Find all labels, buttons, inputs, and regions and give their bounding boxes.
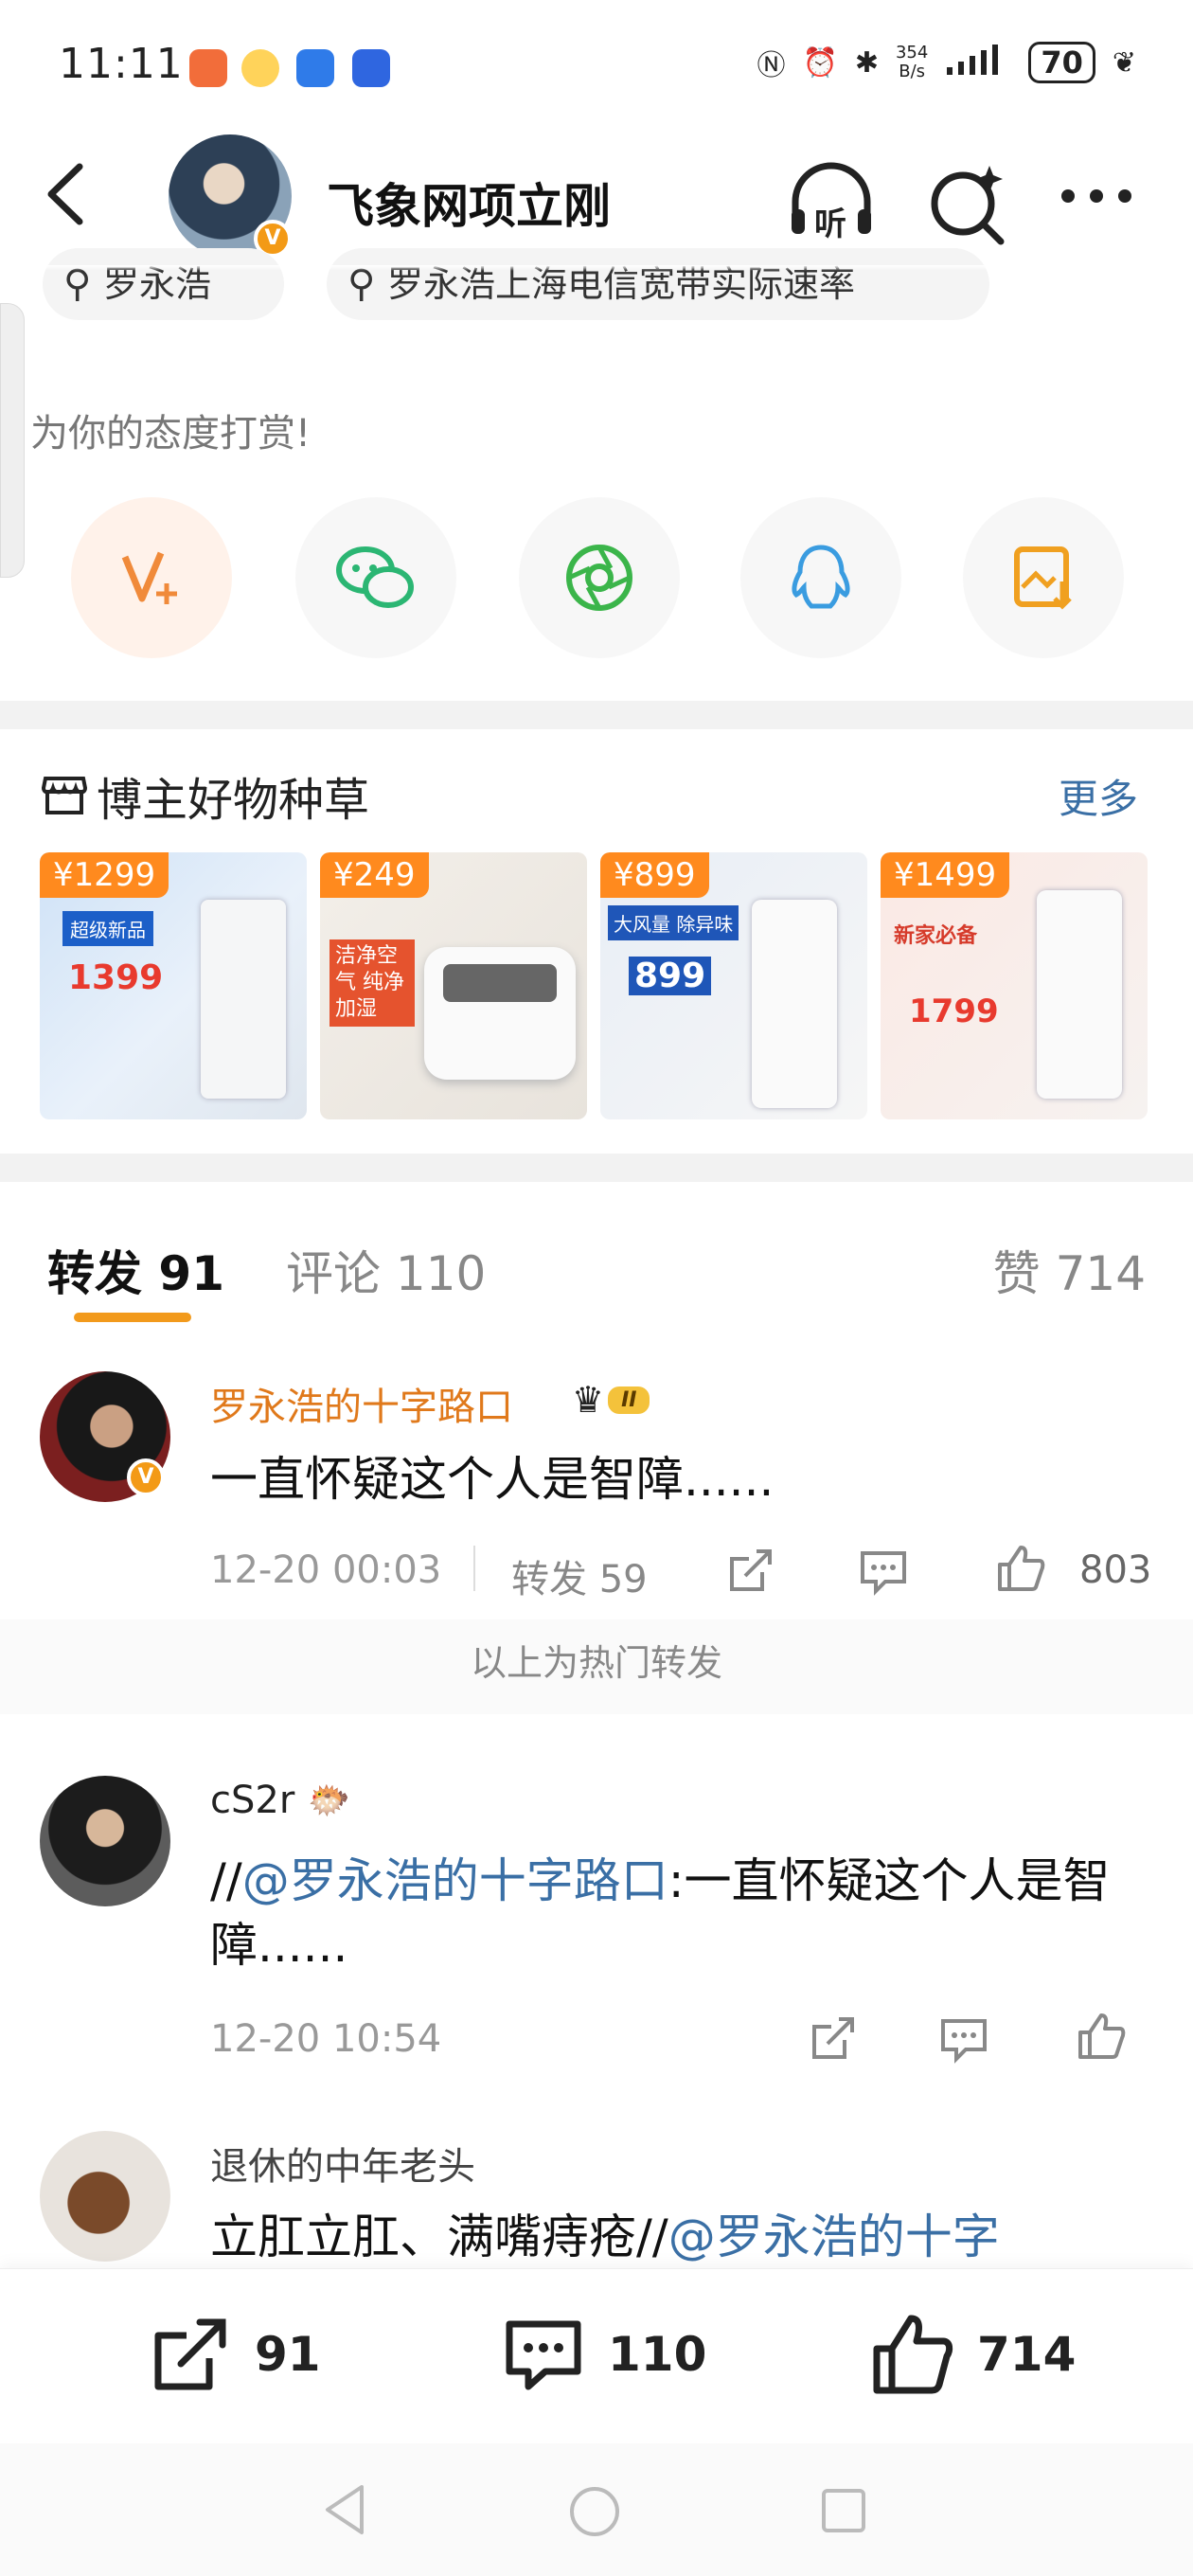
page-title[interactable]: 飞象网项立刚	[327, 169, 611, 237]
comment-icon[interactable]	[937, 2012, 990, 2065]
divider	[473, 1546, 475, 1591]
nfc-icon: Ⓝ	[757, 49, 786, 82]
goods-section-title: 博主好物种草	[97, 774, 370, 827]
share-moments-button[interactable]	[519, 497, 680, 658]
comment-icon	[506, 2320, 581, 2390]
net-speed: 354 B/s	[895, 43, 929, 81]
commenter-name[interactable]: cS2r	[210, 1779, 294, 1822]
share-qq-button[interactable]	[740, 497, 901, 658]
repost-icon[interactable]	[807, 2012, 860, 2065]
search-icon: ⚲	[63, 262, 92, 306]
tab-like[interactable]: 赞 714	[993, 1236, 1146, 1304]
product-card[interactable]: ¥249 洁净空气 纯净加湿	[320, 852, 587, 1119]
app-notification-icon	[189, 49, 227, 87]
product-card[interactable]: ¥1299 超级新品 1399	[40, 852, 307, 1119]
search-chip[interactable]: ⚲ 罗永浩	[43, 248, 284, 320]
product-card[interactable]: ¥1499 新家必备 1799	[881, 852, 1148, 1119]
status-time: 11:11	[59, 40, 184, 88]
section-divider	[0, 701, 1193, 729]
like-icon[interactable]	[1075, 2010, 1128, 2063]
comment-icon[interactable]	[857, 1544, 910, 1597]
comment-time: 12-20 00:03	[210, 1548, 442, 1592]
app-notification-icon	[296, 49, 334, 87]
comment-text: //@罗永浩的十字路口:一直怀疑这个人是智障......	[210, 1853, 1111, 1973]
search-button[interactable]	[923, 156, 1014, 247]
mention-link[interactable]: @罗永浩的十字路口	[242, 1853, 668, 1908]
wechat-icon	[336, 546, 414, 608]
reward-prompt: 为你的态度打赏!	[30, 412, 312, 456]
product-card[interactable]: ¥899 大风量 除异味 899	[600, 852, 867, 1119]
product-image	[752, 900, 837, 1108]
alarm-icon: ⏰	[802, 45, 838, 80]
verified-badge-icon: V	[127, 1458, 165, 1496]
header-shadow	[0, 265, 1193, 271]
repost-count[interactable]: 转发 59	[511, 1548, 648, 1603]
comment-text: 一直怀疑这个人是智障......	[210, 1452, 775, 1507]
moments-icon	[566, 545, 632, 611]
like-button[interactable]: 714	[869, 2311, 1076, 2398]
more-dots-icon	[1061, 189, 1131, 203]
bluetooth-icon: ✱	[854, 45, 879, 80]
comment-text: 立肛立肛、满嘴痔疮//@罗永浩的十字	[210, 2209, 1000, 2264]
avatar[interactable]	[40, 2131, 170, 2262]
tab-comment[interactable]: 评论 110	[286, 1236, 486, 1304]
share-wechat-button[interactable]	[295, 497, 456, 658]
avatar[interactable]	[40, 1776, 170, 1906]
search-icon: ⚲	[347, 262, 376, 306]
save-image-icon	[1014, 546, 1072, 610]
commenter-name[interactable]: 罗永浩的十字路口	[210, 1376, 513, 1431]
member-level-badge: ♛ II	[572, 1379, 650, 1421]
repost-icon	[154, 2318, 226, 2390]
hot-separator: 以上为热门转发	[470, 1642, 722, 1684]
nav-home-icon[interactable]	[568, 2485, 621, 2538]
edge-panel-handle[interactable]	[0, 303, 25, 578]
repost-button[interactable]: 91	[147, 2311, 321, 2398]
status-icons: Ⓝ ⏰ ✱ 354 B/s 70 ❦	[757, 42, 1136, 83]
product-image	[201, 900, 286, 1099]
search-chip[interactable]: ⚲ 罗永浩上海电信宽带实际速率	[327, 248, 989, 320]
fish-badge-icon: 🐡	[308, 1781, 350, 1820]
back-button[interactable]	[38, 161, 95, 227]
like-icon[interactable]	[994, 1542, 1047, 1595]
nav-back-icon[interactable]	[322, 2483, 369, 2536]
product-image	[424, 947, 576, 1080]
charging-icon: ❦	[1112, 45, 1136, 80]
commenter-name[interactable]: 退休的中年老头	[210, 2136, 475, 2191]
like-icon	[873, 2315, 953, 2394]
vplus-button[interactable]	[71, 497, 232, 658]
tab-repost[interactable]: 转发 91	[47, 1236, 224, 1304]
like-count: 803	[1079, 1548, 1152, 1592]
comment-time: 12-20 10:54	[210, 2017, 442, 2061]
nav-recents-icon[interactable]	[820, 2487, 867, 2534]
more-button[interactable]	[1051, 156, 1142, 247]
vplus-icon	[121, 551, 177, 604]
section-divider	[0, 1154, 1193, 1182]
shop-icon	[41, 777, 88, 814]
mention-link[interactable]: @罗永浩的十字	[668, 2209, 1000, 2264]
tab-active-indicator	[74, 1313, 191, 1322]
comment-button[interactable]: 110	[500, 2311, 706, 2398]
battery-indicator: 70	[1028, 42, 1095, 83]
goods-more-link[interactable]: 更多	[1059, 767, 1138, 825]
app-notification-icon	[241, 49, 279, 87]
crown-icon: ♛	[572, 1379, 605, 1421]
signal-icon	[945, 43, 1011, 82]
listen-button[interactable]: 听	[786, 156, 877, 247]
product-image	[1037, 890, 1122, 1099]
qq-icon	[792, 545, 850, 609]
search-sparkle-icon	[931, 166, 1005, 245]
save-image-button[interactable]	[963, 497, 1124, 658]
app-notification-icon	[352, 49, 390, 87]
repost-icon[interactable]	[724, 1544, 777, 1597]
